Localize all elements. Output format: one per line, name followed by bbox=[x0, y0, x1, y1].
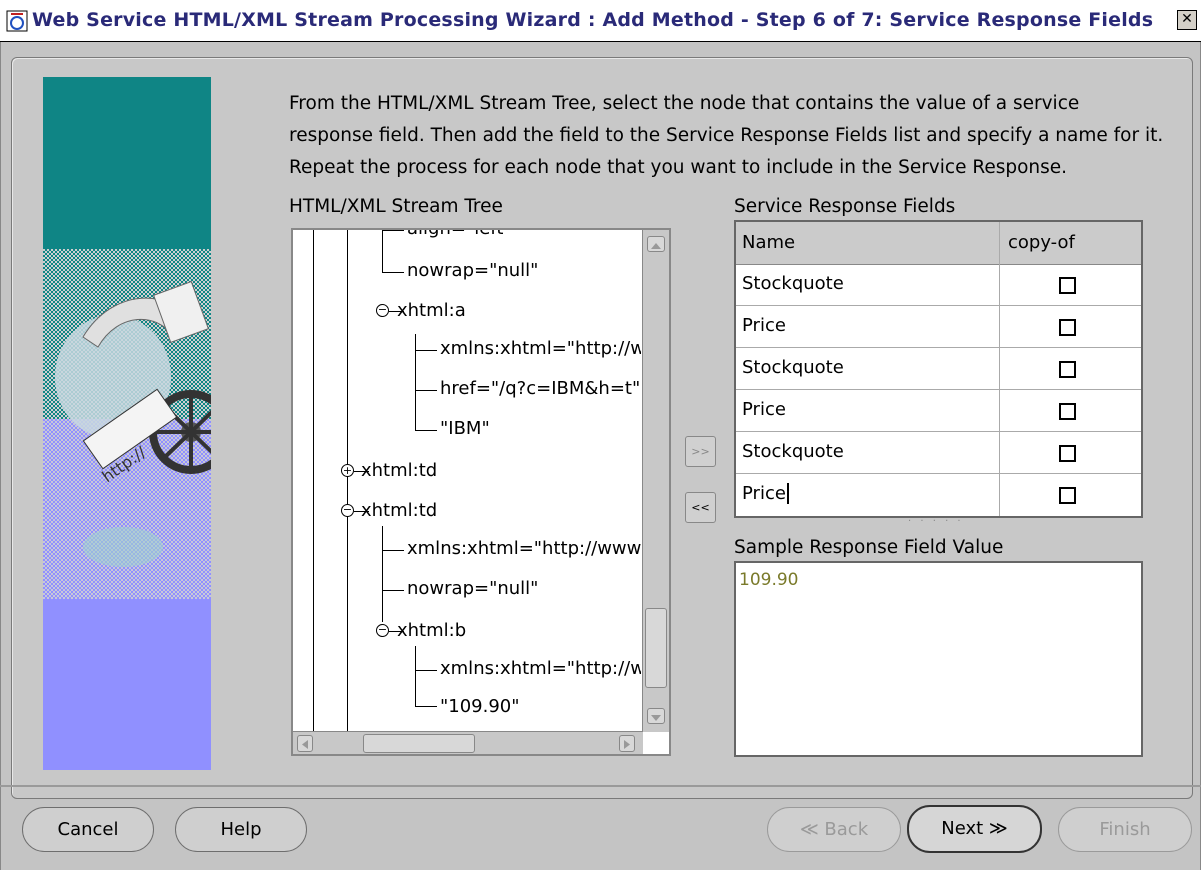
tree-node[interactable]: nowrap="null" bbox=[407, 578, 538, 599]
instructions-text: From the HTML/XML Stream Tree, select th… bbox=[289, 93, 1164, 178]
close-button[interactable]: ✕ bbox=[1177, 10, 1197, 30]
scroll-right-arrow-icon[interactable] bbox=[619, 735, 635, 752]
tree-vertical-scrollbar[interactable] bbox=[642, 230, 669, 732]
collapse-icon[interactable]: − bbox=[376, 304, 389, 317]
wizard-side-image: http:// bbox=[43, 77, 211, 770]
tree-node[interactable]: xmlns:xhtml="http://w bbox=[440, 658, 641, 679]
copy-of-checkbox[interactable] bbox=[1059, 445, 1076, 462]
tree-guide-line bbox=[415, 646, 416, 706]
tree-node[interactable]: xmlns:xhtml="http://w bbox=[440, 338, 641, 359]
field-name-cell[interactable]: Stockquote bbox=[742, 441, 844, 462]
fields-label: Service Response Fields bbox=[734, 196, 956, 217]
tree-guide-line bbox=[313, 230, 314, 732]
tree-node[interactable]: xhtml:a bbox=[397, 300, 466, 321]
field-name-cell[interactable]: Stockquote bbox=[742, 273, 844, 294]
tree-branch bbox=[415, 670, 437, 671]
scroll-thumb[interactable] bbox=[363, 734, 475, 753]
copy-of-checkbox[interactable] bbox=[1059, 487, 1076, 504]
add-field-button[interactable]: >> bbox=[685, 436, 716, 467]
tree-node[interactable]: xhtml:b bbox=[397, 620, 466, 641]
response-fields-table[interactable]: Name copy-of Stockquote Price Stockquote… bbox=[734, 220, 1143, 518]
tree-branch bbox=[382, 590, 404, 591]
tree-content: align="left" nowrap="null" − xhtml:a xml… bbox=[293, 230, 641, 732]
finish-button[interactable]: Finish bbox=[1058, 807, 1192, 852]
splitter-grip[interactable]: · · · · · bbox=[908, 516, 964, 527]
tree-guide-line bbox=[382, 526, 383, 622]
title-bar: Web Service HTML/XML Stream Processing W… bbox=[0, 0, 1201, 42]
tree-node[interactable]: "IBM" bbox=[440, 418, 490, 439]
tree-guide-line bbox=[347, 230, 348, 732]
collapse-icon[interactable]: − bbox=[341, 504, 354, 517]
divider bbox=[0, 785, 1201, 787]
stream-tree[interactable]: align="left" nowrap="null" − xhtml:a xml… bbox=[291, 228, 671, 756]
tree-branch bbox=[382, 550, 404, 551]
copy-of-checkbox[interactable] bbox=[1059, 277, 1076, 294]
tree-node[interactable]: align="left" bbox=[407, 230, 512, 239]
copy-of-checkbox[interactable] bbox=[1059, 319, 1076, 336]
field-name-cell[interactable]: Stockquote bbox=[742, 357, 844, 378]
tree-node[interactable]: href="/q?c=IBM&h=t" bbox=[440, 378, 640, 399]
sample-label: Sample Response Field Value bbox=[734, 537, 1004, 558]
table-row[interactable]: Price bbox=[736, 474, 1141, 516]
collapse-icon[interactable]: − bbox=[376, 624, 389, 637]
tree-branch bbox=[415, 390, 437, 391]
copy-of-checkbox[interactable] bbox=[1059, 403, 1076, 420]
next-button[interactable]: Next ≫ bbox=[907, 805, 1042, 853]
cancel-button[interactable]: Cancel bbox=[22, 807, 154, 852]
tree-node[interactable]: nowrap="null" bbox=[407, 260, 538, 281]
back-button[interactable]: ≪ Back bbox=[767, 807, 901, 852]
tree-horizontal-scrollbar[interactable] bbox=[293, 731, 643, 754]
tree-node[interactable]: xhtml:td bbox=[361, 460, 437, 481]
scroll-left-arrow-icon[interactable] bbox=[297, 735, 313, 752]
tree-node[interactable]: xhtml:td bbox=[361, 500, 437, 521]
tree-label: HTML/XML Stream Tree bbox=[289, 196, 503, 217]
app-icon bbox=[6, 10, 28, 32]
scroll-up-arrow-icon[interactable] bbox=[647, 236, 665, 252]
tree-branch bbox=[415, 350, 437, 351]
help-button[interactable]: Help bbox=[175, 807, 307, 852]
remove-field-button[interactable]: << bbox=[685, 492, 716, 523]
tree-branch bbox=[382, 230, 404, 231]
column-header-copy-of[interactable]: copy-of bbox=[1008, 232, 1075, 253]
field-name-cell[interactable]: Price bbox=[742, 315, 786, 336]
window-title: Web Service HTML/XML Stream Processing W… bbox=[32, 9, 1154, 31]
tree-branch bbox=[382, 272, 404, 273]
table-row[interactable]: Stockquote bbox=[736, 348, 1141, 390]
copy-of-checkbox[interactable] bbox=[1059, 361, 1076, 378]
column-header-name[interactable]: Name bbox=[742, 232, 795, 253]
table-row[interactable]: Stockquote bbox=[736, 432, 1141, 474]
sample-value-box[interactable]: 109.90 bbox=[734, 561, 1143, 757]
field-name-cell[interactable]: Price bbox=[742, 399, 786, 420]
tree-guide-line bbox=[382, 230, 383, 272]
tree-branch bbox=[415, 706, 437, 707]
tree-node[interactable]: "109.90" bbox=[440, 696, 520, 717]
table-row[interactable]: Stockquote bbox=[736, 264, 1141, 306]
tree-node[interactable]: xmlns:xhtml="http://www. bbox=[407, 538, 641, 559]
wizard-illustration: http:// bbox=[43, 77, 211, 770]
tree-guide-line bbox=[415, 334, 416, 430]
scroll-down-arrow-icon[interactable] bbox=[647, 708, 665, 724]
table-row[interactable]: Price bbox=[736, 306, 1141, 348]
tree-branch bbox=[415, 430, 437, 431]
table-row[interactable]: Price bbox=[736, 390, 1141, 432]
table-header: Name copy-of bbox=[736, 222, 1141, 265]
field-name-cell[interactable]: Price bbox=[742, 483, 789, 504]
sample-value: 109.90 bbox=[739, 570, 799, 590]
expand-icon[interactable]: + bbox=[341, 464, 354, 477]
scroll-thumb[interactable] bbox=[645, 608, 667, 688]
